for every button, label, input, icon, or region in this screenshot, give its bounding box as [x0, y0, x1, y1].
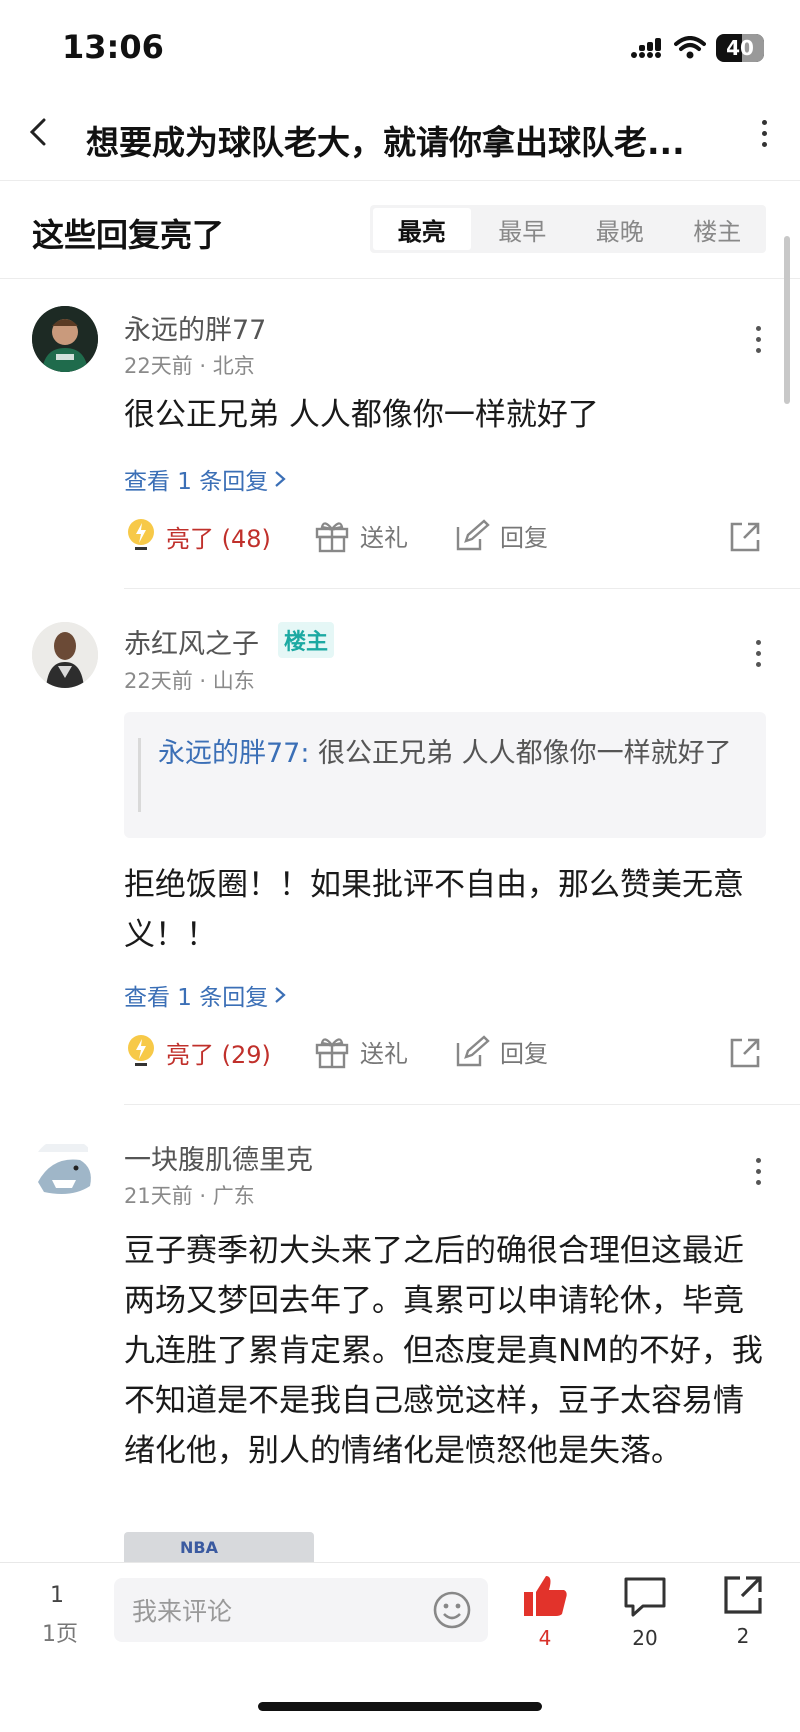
- view-replies-label: 查看 1 条回复: [124, 985, 269, 1011]
- avatar-image: [32, 622, 98, 688]
- comment-body: 拒绝饭圈！！如果批评不自由，那么赞美无意义！！: [124, 867, 744, 953]
- share-count: 2: [736, 1624, 750, 1648]
- comment-image-text: NBA: [180, 1538, 218, 1557]
- back-arrow-icon[interactable]: [26, 118, 54, 146]
- comment-username[interactable]: 一块腹肌德里克: [124, 1138, 313, 1177]
- gift-button[interactable]: 送礼: [314, 1034, 408, 1069]
- header-divider: [0, 180, 800, 181]
- more-options-icon[interactable]: [762, 120, 770, 147]
- share-icon: [724, 1576, 762, 1614]
- reply-button[interactable]: 回复: [454, 1034, 548, 1069]
- quote-bar: [138, 738, 141, 812]
- share-icon[interactable]: [728, 1036, 762, 1070]
- comment-count: 20: [632, 1626, 658, 1650]
- comment-image[interactable]: NBA: [124, 1532, 314, 1564]
- scrollbar[interactable]: [784, 236, 790, 404]
- reply-button[interactable]: 回复: [454, 518, 548, 553]
- comment-body: 很公正兄弟 人人都像你一样就好了: [124, 397, 599, 433]
- gift-label: 送礼: [360, 1040, 408, 1068]
- comment-body: 豆子赛季初大头来了之后的确很合理但这最近两场又梦回去年了。真累可以申请轮休，毕竟…: [124, 1233, 763, 1469]
- home-indicator[interactable]: [258, 1702, 542, 1711]
- quote-text: 永远的胖77: 很公正兄弟 人人都像你一样就好了: [158, 732, 748, 776]
- comment-username[interactable]: 永远的胖77: [124, 308, 266, 347]
- chevron-right-icon: [275, 471, 286, 487]
- light-button[interactable]: 亮了 (29): [126, 1034, 271, 1070]
- light-count: 亮了 (29): [166, 1040, 271, 1069]
- view-replies-label: 查看 1 条回复: [124, 469, 269, 495]
- view-replies-link[interactable]: 查看 1 条回复: [124, 462, 286, 496]
- view-replies-link[interactable]: 查看 1 条回复: [124, 978, 286, 1012]
- like-count: 4: [538, 1626, 552, 1650]
- avatar[interactable]: [32, 1138, 98, 1204]
- avatar[interactable]: [32, 306, 98, 372]
- share-icon[interactable]: [728, 520, 762, 554]
- comment-more-icon[interactable]: [756, 326, 761, 353]
- wifi-icon: [674, 36, 706, 59]
- comment-divider: [124, 588, 800, 589]
- reply-edit-icon: [456, 1034, 490, 1066]
- comment-input[interactable]: 我来评论: [114, 1578, 488, 1642]
- tab-brightest[interactable]: 最亮: [373, 208, 471, 250]
- battery-icon: 40: [716, 34, 764, 62]
- comment-meta: 21天前 · 广东: [124, 1184, 255, 1208]
- share-button[interactable]: 2: [708, 1574, 778, 1648]
- quote-username: 永远的胖77:: [158, 738, 310, 769]
- reply-label: 回复: [500, 524, 548, 552]
- comment-meta: 22天前 · 山东: [124, 669, 255, 693]
- tab-latest[interactable]: 最晚: [571, 205, 669, 253]
- gift-button[interactable]: 送礼: [314, 518, 408, 553]
- comment-bubble-icon: [624, 1577, 666, 1617]
- comment-more-icon[interactable]: [756, 1158, 761, 1185]
- status-time: 13:06: [62, 28, 164, 66]
- comment-placeholder: 我来评论: [132, 1597, 233, 1626]
- owner-badge: 楼主: [278, 622, 335, 658]
- comments-button[interactable]: 20: [610, 1576, 680, 1650]
- sort-tabs: 最亮 最早 最晚 楼主: [370, 205, 766, 253]
- page-title: 想要成为球队老大，就请你拿出球队老...: [86, 123, 685, 162]
- tab-owner[interactable]: 楼主: [669, 205, 767, 253]
- signal-icon: [631, 38, 661, 58]
- gift-label: 送礼: [360, 524, 408, 552]
- emoji-icon[interactable]: [432, 1590, 472, 1630]
- lightbulb-icon: [128, 519, 154, 550]
- quoted-comment[interactable]: 永远的胖77: 很公正兄弟 人人都像你一样就好了: [124, 712, 766, 838]
- thumbs-up-icon: [524, 1576, 567, 1616]
- comment-meta: 22天前 · 北京: [124, 354, 255, 378]
- light-button[interactable]: 亮了 (48): [126, 518, 271, 554]
- like-button[interactable]: 4: [510, 1574, 580, 1650]
- comment-username[interactable]: 赤红风之子: [124, 622, 259, 661]
- comment-divider: [124, 1104, 800, 1105]
- quote-body: 很公正兄弟 人人都像你一样就好了: [309, 738, 732, 769]
- section-divider: [0, 278, 800, 279]
- page-label[interactable]: 1页: [40, 1616, 80, 1648]
- light-count: 亮了 (48): [166, 524, 271, 553]
- status-icons: 40: [630, 34, 764, 62]
- reply-label: 回复: [500, 1040, 548, 1068]
- gift-icon: [315, 521, 349, 552]
- avatar[interactable]: [32, 622, 98, 688]
- section-title: 这些回复亮了: [32, 216, 225, 254]
- tab-earliest[interactable]: 最早: [474, 205, 572, 253]
- page-number[interactable]: 1: [40, 1583, 74, 1608]
- avatar-image: [32, 306, 98, 372]
- avatar-image: [32, 1138, 98, 1204]
- lightbulb-icon: [128, 1035, 154, 1066]
- chevron-right-icon: [275, 987, 286, 1003]
- reply-edit-icon: [456, 518, 490, 550]
- gift-icon: [315, 1037, 349, 1068]
- comment-more-icon[interactable]: [756, 640, 761, 667]
